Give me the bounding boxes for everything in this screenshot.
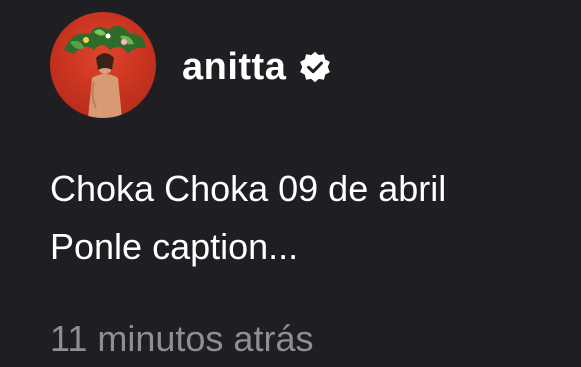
post-header-card: anitta Choka Choka 09 de abril Ponle cap…	[0, 0, 581, 367]
verified-badge-icon	[300, 51, 331, 83]
profile-photo-icon	[64, 25, 146, 118]
caption-line: Ponle caption...	[50, 226, 299, 267]
username[interactable]: anitta	[182, 44, 286, 90]
post-caption: Choka Choka 09 de abril Ponle caption...	[50, 160, 446, 276]
post-timestamp: 11 minutos atrás	[50, 318, 314, 359]
avatar[interactable]	[50, 12, 156, 118]
caption-line: Choka Choka 09 de abril	[50, 168, 447, 209]
username-row[interactable]: anitta	[182, 44, 332, 90]
